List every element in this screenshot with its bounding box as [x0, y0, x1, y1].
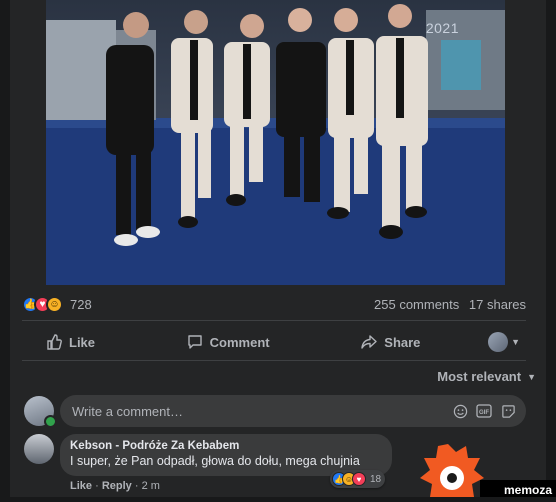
share-arrow-icon — [361, 334, 377, 350]
comment-bubble-icon — [187, 334, 203, 350]
comment-reactions[interactable]: 👍 ☺ ♥ 18 — [330, 470, 386, 488]
comment-reaction-count: 18 — [370, 473, 382, 485]
comment-sort-dropdown[interactable]: Most relevant ▼ — [437, 369, 536, 384]
comment-button[interactable]: Comment — [163, 326, 294, 358]
comment-text: I super, że Pan odpadł, głowa do dołu, m… — [70, 454, 360, 468]
comment-meta: Like · Reply · 2 m — [70, 480, 160, 492]
post-stats: 👍 ♥ ☺ 728 255 comments 17 shares — [22, 292, 526, 316]
shares-count-link[interactable]: 17 shares — [469, 297, 526, 312]
like-button[interactable]: Like — [22, 326, 119, 358]
sticker-icon[interactable] — [500, 403, 516, 419]
post-photo[interactable]: 2021 — [46, 0, 505, 285]
commenter-avatar[interactable] — [24, 434, 54, 464]
separator-dot: · — [134, 480, 139, 492]
svg-text:GIF: GIF — [479, 410, 489, 416]
share-label: Share — [384, 334, 421, 350]
photo-illustration — [46, 0, 505, 285]
write-comment-box: GIF — [60, 395, 526, 427]
watermark-text: memoza — [503, 483, 552, 497]
thumbs-up-icon — [46, 334, 62, 350]
comments-count-link[interactable]: 255 comments — [374, 297, 459, 312]
engagement-counts: 255 comments 17 shares — [368, 297, 526, 312]
reaction-count: 728 — [70, 296, 92, 312]
comment-like-link[interactable]: Like — [70, 480, 92, 492]
caret-down-icon: ▼ — [511, 337, 520, 347]
sort-label: Most relevant — [437, 369, 522, 384]
photo-year-text: 2021 — [425, 20, 459, 36]
avatar — [488, 332, 509, 352]
comment-tools: GIF — [452, 403, 516, 419]
separator-dot: · — [95, 480, 99, 492]
share-button[interactable]: Share — [337, 326, 444, 358]
comment-input[interactable] — [70, 402, 374, 420]
comment-time[interactable]: 2 m — [142, 480, 160, 492]
emoji-icon[interactable] — [452, 403, 468, 419]
share-as-selector[interactable]: ▼ — [488, 332, 526, 352]
divider — [22, 360, 526, 361]
post-action-bar: Like Comment Share ▼ — [22, 326, 526, 358]
like-label: Like — [69, 334, 96, 350]
gif-icon[interactable]: GIF — [476, 403, 492, 419]
haha-reaction-icon: ☺ — [46, 295, 63, 313]
comment-author[interactable]: Kebson - Podróże Za Kebabem — [70, 440, 382, 452]
comment-reply-link[interactable]: Reply — [102, 480, 132, 492]
comment-label: Comment — [209, 334, 270, 350]
caret-down-icon: ▼ — [527, 371, 536, 382]
online-status-dot — [44, 415, 57, 428]
love-reaction-icon: ♥ — [352, 472, 366, 486]
divider — [22, 320, 526, 321]
reaction-summary[interactable]: 👍 ♥ ☺ 728 — [22, 295, 92, 313]
